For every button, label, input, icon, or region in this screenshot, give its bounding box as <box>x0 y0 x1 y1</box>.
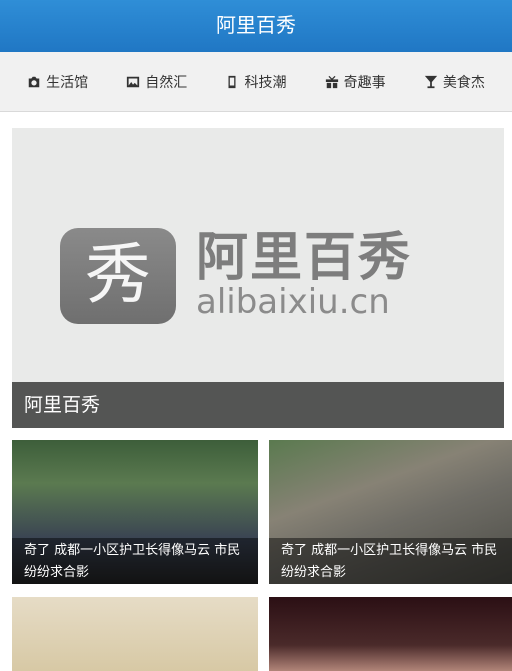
nav-item-label: 科技潮 <box>244 74 287 91</box>
article-title: 奇了 成都一小区护卫长得像马云 市民纷纷求合影 <box>269 538 512 584</box>
article-card[interactable]: 奇了 成都一小区护卫长得像马云 市民纷纷求合影 <box>12 440 258 584</box>
app-header: 阿里百秀 <box>0 0 512 52</box>
nav-item-label: 自然汇 <box>145 74 188 91</box>
logo-text-en: alibaixiu.cn <box>196 282 390 322</box>
page-title: 阿里百秀 <box>216 13 296 37</box>
nav-item-nature[interactable]: 自然汇 <box>126 72 187 92</box>
nav-item-label: 美食杰 <box>442 74 485 91</box>
mobile-icon <box>228 75 236 88</box>
banner-caption: 阿里百秀 <box>12 382 504 428</box>
nav-item-label: 奇趣事 <box>343 74 386 91</box>
logo-text-cn: 阿里百秀 <box>196 228 413 288</box>
nav-item-label: 生活馆 <box>46 74 89 91</box>
featured-banner[interactable]: 秀 阿里百秀 alibaixiu.cn 阿里百秀 <box>12 128 504 428</box>
nav-item-life[interactable]: 生活馆 <box>27 72 88 92</box>
nav-item-fun[interactable]: 奇趣事 <box>325 72 386 92</box>
logo-mark: 秀 <box>60 228 176 324</box>
banner-logo: 秀 阿里百秀 alibaixiu.cn <box>60 228 460 328</box>
nav-item-food[interactable]: 美食杰 <box>424 72 485 92</box>
glass-icon <box>424 75 437 88</box>
category-nav: 生活馆 自然汇 科技潮 奇趣事 美食杰 <box>0 52 512 112</box>
article-card[interactable] <box>12 597 258 671</box>
article-title: 奇了 成都一小区护卫长得像马云 市民纷纷求合影 <box>12 538 258 584</box>
gift-icon <box>325 75 338 88</box>
camera-icon <box>28 76 40 87</box>
article-card[interactable]: 奇了 成都一小区护卫长得像马云 市民纷纷求合影 <box>269 440 512 584</box>
image-icon <box>127 76 140 87</box>
article-card[interactable] <box>269 597 512 671</box>
nav-item-tech[interactable]: 科技潮 <box>225 72 286 92</box>
